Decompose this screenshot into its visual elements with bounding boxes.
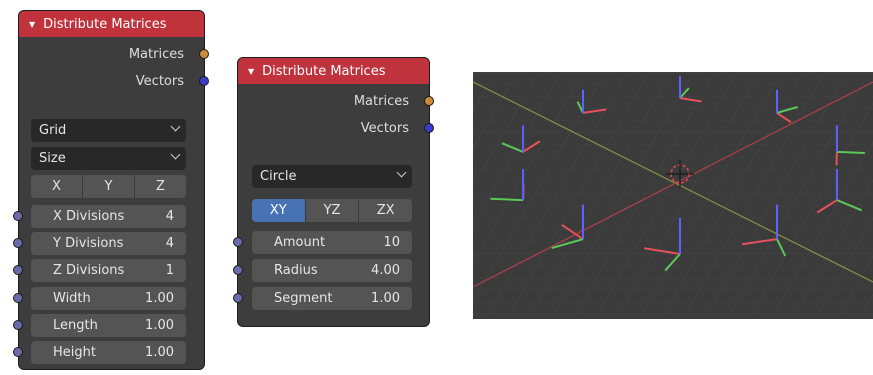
amount-input-socket[interactable] bbox=[233, 237, 243, 247]
field-value: 1.00 bbox=[145, 291, 174, 306]
collapse-triangle-icon[interactable]: ▼ bbox=[248, 67, 254, 76]
radius-field[interactable]: Radius 4.00 bbox=[233, 259, 412, 282]
3d-viewport[interactable] bbox=[473, 72, 873, 319]
node-header[interactable]: ▼ Distribute Matrices bbox=[238, 58, 429, 84]
gizmo-axis-line bbox=[490, 197, 524, 202]
x-divisions-field[interactable]: X Divisions 4 bbox=[13, 205, 186, 228]
gizmo-axis-line bbox=[836, 150, 865, 155]
dimension-dropdown[interactable]: Size bbox=[31, 147, 186, 170]
distribute-matrices-node-grid[interactable]: ▼ Distribute Matrices Matrices Vectors G… bbox=[13, 10, 209, 370]
field-label: Length bbox=[53, 318, 98, 333]
axis-x-toggle[interactable]: X bbox=[31, 175, 83, 198]
matrix-output-socket[interactable] bbox=[424, 96, 434, 106]
height-input-socket[interactable] bbox=[13, 347, 23, 357]
field-value: 1 bbox=[165, 263, 174, 278]
output-vectors-label: Vectors bbox=[360, 121, 409, 136]
node-title: Distribute Matrices bbox=[262, 63, 386, 79]
output-matrices-label: Matrices bbox=[128, 47, 184, 62]
length-input-socket[interactable] bbox=[13, 320, 23, 330]
vector-output-socket[interactable] bbox=[424, 123, 434, 133]
axis-toggle-group: X Y Z bbox=[31, 175, 186, 198]
collapse-triangle-icon[interactable]: ▼ bbox=[29, 20, 35, 29]
field-label: X Divisions bbox=[53, 209, 125, 224]
output-vectors: Vectors bbox=[19, 68, 209, 95]
field-label: Height bbox=[53, 345, 96, 360]
mode-dropdown[interactable]: Grid bbox=[31, 119, 186, 142]
matrix-output-socket[interactable] bbox=[199, 49, 209, 59]
z-divisions-input-socket[interactable] bbox=[13, 265, 23, 275]
node-header[interactable]: ▼ Distribute Matrices bbox=[19, 11, 204, 37]
dimension-dropdown-value: Size bbox=[39, 151, 66, 166]
output-vectors: Vectors bbox=[238, 115, 434, 142]
axis-z-toggle[interactable]: Z bbox=[135, 175, 186, 198]
vector-output-socket[interactable] bbox=[199, 76, 209, 86]
y-divisions-input-socket[interactable] bbox=[13, 238, 23, 248]
field-value: 4.00 bbox=[371, 263, 400, 278]
field-value: 4 bbox=[165, 209, 174, 224]
height-field[interactable]: Height 1.00 bbox=[13, 341, 186, 364]
field-value: 1.00 bbox=[145, 345, 174, 360]
plane-toggle-group: XY YZ ZX bbox=[252, 199, 413, 222]
field-label: Segment bbox=[274, 291, 333, 306]
segment-input-socket[interactable] bbox=[233, 293, 243, 303]
floor-grid bbox=[473, 72, 873, 319]
field-label: Radius bbox=[274, 263, 318, 278]
output-vectors-label: Vectors bbox=[135, 74, 184, 89]
mode-dropdown-value: Circle bbox=[260, 169, 297, 184]
mode-dropdown[interactable]: Circle bbox=[252, 165, 412, 188]
segment-field[interactable]: Segment 1.00 bbox=[233, 287, 412, 310]
axis-y-toggle[interactable]: Y bbox=[83, 175, 135, 198]
field-value: 10 bbox=[383, 235, 400, 250]
field-value: 1.00 bbox=[145, 318, 174, 333]
plane-xy-toggle[interactable]: XY bbox=[252, 199, 306, 222]
output-matrices: Matrices bbox=[19, 41, 209, 68]
output-matrices-label: Matrices bbox=[353, 94, 409, 109]
mode-dropdown-value: Grid bbox=[39, 123, 67, 138]
chevron-down-icon bbox=[170, 149, 181, 160]
width-input-socket[interactable] bbox=[13, 293, 23, 303]
plane-yz-toggle[interactable]: YZ bbox=[305, 199, 360, 222]
width-field[interactable]: Width 1.00 bbox=[13, 287, 186, 310]
viewport-canvas bbox=[473, 72, 873, 319]
z-divisions-field[interactable]: Z Divisions 1 bbox=[13, 259, 186, 282]
field-value: 1.00 bbox=[371, 291, 400, 306]
amount-field[interactable]: Amount 10 bbox=[233, 231, 412, 254]
field-label: Z Divisions bbox=[53, 263, 125, 278]
chevron-down-icon bbox=[396, 167, 407, 178]
x-divisions-input-socket[interactable] bbox=[13, 211, 23, 221]
field-value: 4 bbox=[165, 236, 174, 251]
output-matrices: Matrices bbox=[238, 88, 434, 115]
y-divisions-field[interactable]: Y Divisions 4 bbox=[13, 232, 186, 255]
plane-zx-toggle[interactable]: ZX bbox=[359, 199, 413, 222]
chevron-down-icon bbox=[170, 121, 181, 132]
field-label: Width bbox=[53, 291, 91, 306]
field-label: Amount bbox=[274, 235, 326, 250]
distribute-matrices-node-circle[interactable]: ▼ Distribute Matrices Matrices Vectors C… bbox=[233, 57, 434, 327]
length-field[interactable]: Length 1.00 bbox=[13, 314, 186, 337]
node-title: Distribute Matrices bbox=[43, 16, 167, 32]
radius-input-socket[interactable] bbox=[233, 265, 243, 275]
field-label: Y Divisions bbox=[53, 236, 124, 251]
